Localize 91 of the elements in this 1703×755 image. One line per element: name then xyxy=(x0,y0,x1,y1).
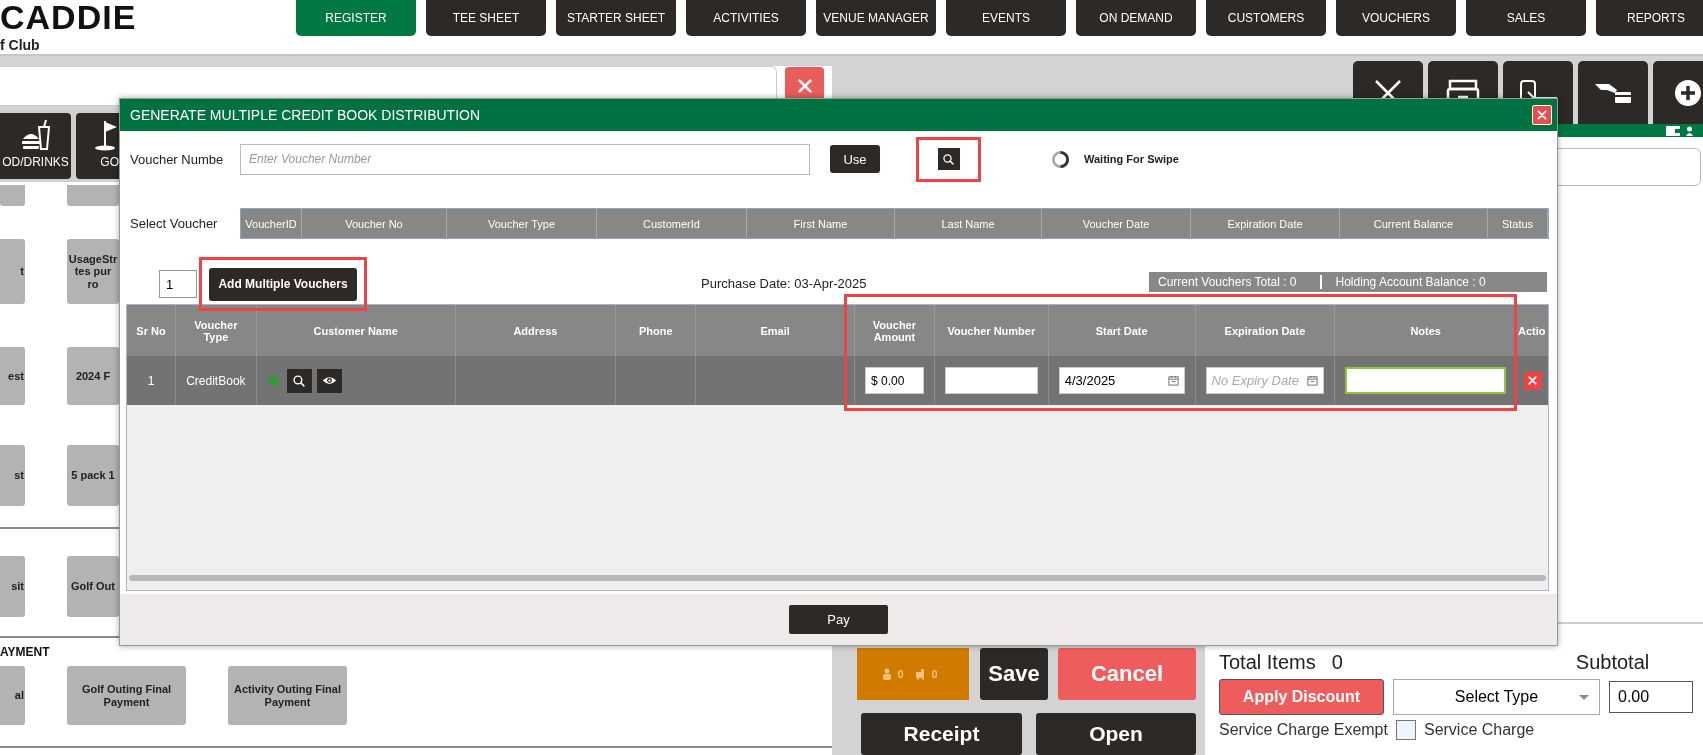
field-label: Voucher Numbe xyxy=(130,151,225,167)
spinner-icon xyxy=(1051,149,1070,169)
nav-tab[interactable]: VOUCHERS xyxy=(1336,0,1456,36)
add-icon xyxy=(1674,79,1702,107)
product-tile[interactable]: 2024 F xyxy=(67,347,119,405)
text-field[interactable] xyxy=(944,367,1038,394)
toolbar-button[interactable] xyxy=(1578,61,1648,125)
plus-icon xyxy=(266,373,282,388)
voucher-number-field[interactable]: Enter Voucher Number xyxy=(240,143,810,175)
text-field[interactable]: $ 0.00 xyxy=(865,367,924,394)
column-header: CustomerId xyxy=(597,209,747,238)
club-name: f Club xyxy=(0,37,40,53)
close-icon xyxy=(795,77,814,95)
nav-tab[interactable]: TEE SHEET xyxy=(426,0,546,36)
nav-tab[interactable]: SALES xyxy=(1466,0,1586,36)
search-button[interactable] xyxy=(937,148,960,170)
golfer-icon xyxy=(882,668,893,680)
cart-icon xyxy=(914,668,927,680)
column-header: Voucher Type xyxy=(447,209,597,238)
close-icon xyxy=(1527,375,1539,386)
checkbox[interactable] xyxy=(1395,720,1416,740)
column-header: Voucher Date xyxy=(1042,209,1191,238)
product-tile[interactable]: 5 pack 1 xyxy=(67,445,119,506)
nav-tab[interactable]: REGISTER xyxy=(296,0,416,36)
product-tile[interactable]: sit xyxy=(0,556,25,617)
column-header: Status xyxy=(1488,209,1548,238)
calendar-icon xyxy=(1167,375,1179,386)
column-header: Actio xyxy=(1517,323,1547,339)
nav-tab[interactable]: REPORTS xyxy=(1596,0,1703,36)
product-tile[interactable]: UsageStr tes pur ro xyxy=(67,239,119,304)
discount-amount-field[interactable]: 0.00 xyxy=(1609,681,1693,713)
open-button[interactable]: Open xyxy=(1036,713,1196,755)
purchase-date: Purchase Date: 03-Apr-2025 xyxy=(701,276,867,291)
column-header: Current Balance xyxy=(1340,209,1488,238)
date-field[interactable]: 4/3/2025 xyxy=(1058,367,1185,394)
product-tile[interactable]: Golf Out xyxy=(67,556,119,617)
subtotal-label: Subtotal xyxy=(1575,650,1650,674)
vouchers-total: Current Vouchers Total : 0 xyxy=(1158,275,1297,289)
column-header: First Name xyxy=(747,209,895,238)
nav-tab[interactable]: VENUE MANAGER xyxy=(816,0,936,36)
close-icon xyxy=(1536,109,1548,121)
section-title: AYMENT xyxy=(0,645,50,659)
nav-tab[interactable]: EVENTS xyxy=(946,0,1066,36)
toolbar-button[interactable] xyxy=(1653,61,1703,125)
delete-button[interactable] xyxy=(1523,371,1542,390)
service-charge-label: Service Charge xyxy=(1423,721,1535,739)
count: 0 xyxy=(897,668,904,680)
swipe-status: Waiting For Swipe xyxy=(1084,153,1179,165)
search-icon xyxy=(942,152,955,166)
category-button[interactable]: GO xyxy=(76,113,119,179)
quantity-field[interactable]: 1 xyxy=(159,270,197,298)
calendar-icon xyxy=(1307,375,1319,386)
total-items-value: 0 xyxy=(1331,650,1343,674)
receipt-button[interactable]: Receipt xyxy=(861,713,1022,755)
field-label: Select Voucher xyxy=(130,216,219,231)
count: 0 xyxy=(931,668,938,680)
add-multiple-vouchers-button[interactable]: Add Multiple Vouchers xyxy=(209,267,357,301)
holding-balance: Holding Account Balance : 0 xyxy=(1335,275,1486,289)
column-header: VoucherID xyxy=(241,209,302,238)
pay-button[interactable]: Pay xyxy=(789,605,888,634)
view-customer-button[interactable] xyxy=(316,368,342,393)
column-header: Last Name xyxy=(895,209,1042,238)
column-header: Voucher No xyxy=(302,209,447,238)
product-tile[interactable]: Golf Outing Final Payment xyxy=(67,666,186,725)
service-charge-exempt-label: Service Charge Exempt xyxy=(1219,721,1388,739)
search-customer-button[interactable] xyxy=(286,368,312,393)
category-button[interactable]: OD/DRINKS xyxy=(0,113,71,179)
product-tile[interactable]: al xyxy=(0,666,25,725)
logo: CADDIE xyxy=(0,0,137,34)
product-tile[interactable]: st xyxy=(0,445,25,506)
product-tile[interactable] xyxy=(0,185,25,206)
product-tile[interactable]: t xyxy=(0,239,25,304)
product-tile[interactable] xyxy=(67,185,119,206)
table-cell: CreditBook xyxy=(186,373,246,388)
close-button[interactable] xyxy=(1532,105,1552,125)
discount-type-dropdown[interactable]: Select Type xyxy=(1393,679,1600,715)
nav-tab[interactable]: CUSTOMERS xyxy=(1206,0,1326,36)
nav-tab[interactable]: STARTER SHEET xyxy=(556,0,676,36)
date-field[interactable]: No Expiry Date xyxy=(1205,367,1325,394)
product-tile[interactable]: est xyxy=(0,347,25,405)
product-tile[interactable]: Activity Outing Final Payment xyxy=(228,666,347,725)
use-button[interactable]: Use xyxy=(830,145,880,173)
column-header: Expiration Date xyxy=(1191,209,1340,238)
dialog-title: GENERATE MULTIPLE CREDIT BOOK DISTRIBUTION xyxy=(130,107,482,123)
search-icon xyxy=(292,373,307,388)
text-field[interactable] xyxy=(1345,367,1507,394)
nav-tab[interactable]: ACTIVITIES xyxy=(686,0,806,36)
save-button[interactable]: Save xyxy=(980,648,1048,700)
table-cell: 1 xyxy=(147,373,155,388)
total-items-label: Total Items xyxy=(1219,650,1316,674)
nav-tab[interactable]: ON DEMAND xyxy=(1076,0,1196,36)
